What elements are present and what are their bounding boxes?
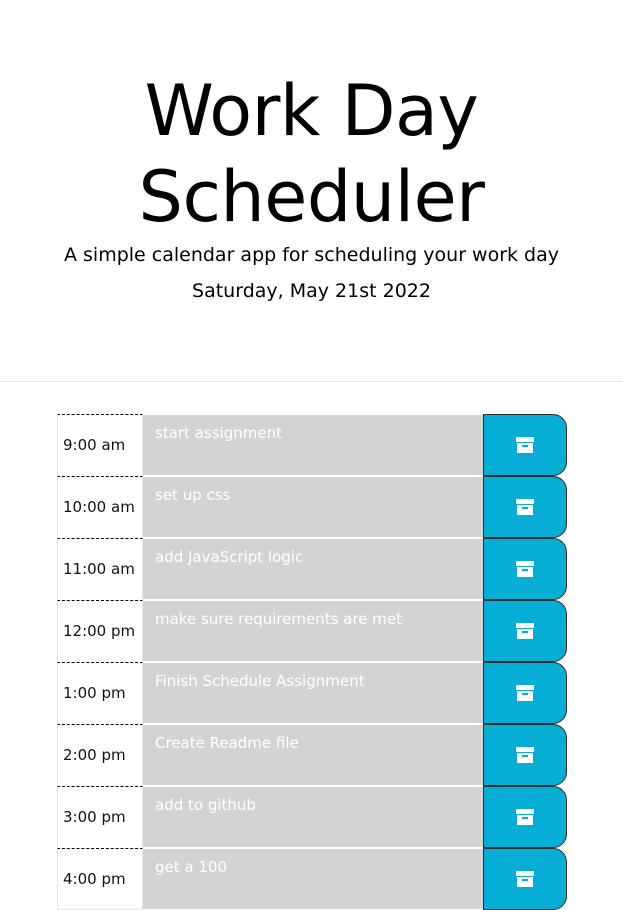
page-subtitle: A simple calendar app for scheduling you… [63,244,560,266]
time-block-row: 10:00 am set up css [57,476,567,538]
save-icon [516,747,534,763]
description-input[interactable]: add to github [143,786,483,848]
description-input[interactable]: add JavaScript logic [143,538,483,600]
save-button[interactable] [483,786,567,848]
save-button[interactable] [483,414,567,476]
time-block-row: 2:00 pm Create Readme file [57,724,567,786]
save-icon [516,437,534,453]
hour-label: 12:00 pm [57,600,143,662]
time-block-row: 11:00 am add JavaScript logic [57,538,567,600]
description-input[interactable]: Create Readme file [143,724,483,786]
hour-label: 9:00 am [57,414,143,476]
hour-label: 3:00 pm [57,786,143,848]
save-button[interactable] [483,848,567,910]
save-button[interactable] [483,538,567,600]
header: Work Day Scheduler A simple calendar app … [0,0,623,382]
save-icon [516,623,534,639]
time-block-row: 4:00 pm get a 100 [57,848,567,910]
hour-label: 4:00 pm [57,848,143,910]
save-icon [516,561,534,577]
page-title: Work Day Scheduler [138,70,485,238]
description-input[interactable]: start assignment [143,414,483,476]
save-button[interactable] [483,600,567,662]
schedule-container: 9:00 am start assignment 10:00 am set up cs… [57,414,567,910]
save-icon [516,685,534,701]
time-block-row: 3:00 pm add to github [57,786,567,848]
description-input[interactable]: Finish Schedule Assignment [143,662,483,724]
time-block-row: 12:00 pm make sure requirements are met [57,600,567,662]
hour-label: 10:00 am [57,476,143,538]
hour-label: 1:00 pm [57,662,143,724]
save-icon [516,871,534,887]
save-button[interactable] [483,476,567,538]
save-button[interactable] [483,662,567,724]
time-block-row: 1:00 pm Finish Schedule Assignment [57,662,567,724]
description-input[interactable]: get a 100 [143,848,483,910]
save-icon [516,499,534,515]
description-input[interactable]: make sure requirements are met [143,600,483,662]
save-icon [516,809,534,825]
current-date: Saturday, May 21st 2022 [192,280,431,302]
hour-label: 2:00 pm [57,724,143,786]
time-block-row: 9:00 am start assignment [57,414,567,476]
save-button[interactable] [483,724,567,786]
hour-label: 11:00 am [57,538,143,600]
description-input[interactable]: set up css [143,476,483,538]
